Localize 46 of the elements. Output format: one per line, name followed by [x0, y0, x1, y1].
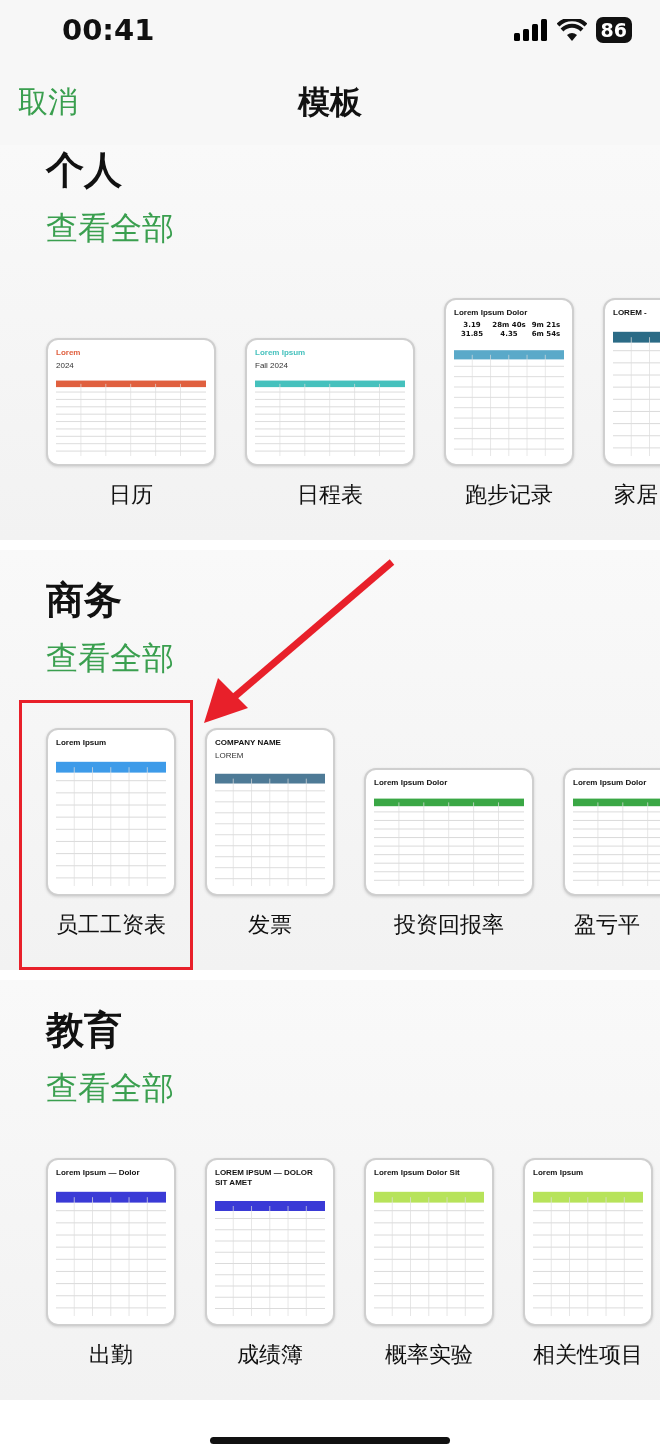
template-thumbnail[interactable]: Lorem Ipsum — [46, 728, 176, 896]
thumbnail-title: LOREM IPSUM — DOLOR SIT AMET — [215, 1168, 314, 1188]
thumbnail-title: Lorem Ipsum Dolor — [374, 778, 449, 788]
thumbnail-title: Lorem — [56, 348, 82, 358]
template-name[interactable]: 日历 — [109, 480, 153, 510]
template-thumbnail[interactable]: LOREM - — [603, 298, 660, 466]
thumbnail-subtitle: LOREM — [215, 751, 245, 761]
section-title: 教育 — [46, 1008, 123, 1052]
wifi-icon — [556, 19, 587, 41]
thumbnail-subtitle: 2024 — [56, 361, 75, 371]
section-title: 商务 — [46, 578, 123, 622]
template-name[interactable]: 家居 — [614, 480, 658, 510]
thumbnail-title: Lorem Ipsum Dolor — [573, 778, 648, 788]
template-name[interactable]: 日程表 — [297, 480, 363, 510]
clock: 00:41 — [62, 13, 155, 47]
template-name[interactable]: 盈亏平 — [574, 910, 640, 940]
template-name[interactable]: 相关性项目 — [533, 1340, 643, 1370]
template-thumbnail[interactable]: Lorem 2024 — [46, 338, 216, 466]
thumbnail-title: Lorem Ipsum — [533, 1168, 585, 1178]
template-name[interactable]: 员工工资表 — [56, 910, 166, 940]
thumbnail-title: Lorem Ipsum Dolor — [454, 308, 529, 318]
signal-icon — [513, 19, 548, 41]
template-thumbnail[interactable]: Lorem Ipsum — Dolor — [46, 1158, 176, 1326]
thumbnail-title: LOREM - — [613, 308, 648, 318]
page-title: 模板 — [298, 82, 362, 121]
battery-indicator: 86 — [595, 17, 632, 43]
template-name[interactable]: 出勤 — [89, 1340, 133, 1370]
thumbnail-title: Lorem Ipsum — Dolor — [56, 1168, 141, 1178]
thumbnail-title: COMPANY NAME — [215, 738, 282, 748]
template-thumbnail[interactable]: Lorem Ipsum Dolor — [563, 768, 660, 896]
template-thumbnail[interactable]: Lorem Ipsum Dolor — [364, 768, 534, 896]
template-thumbnail[interactable]: Lorem Ipsum Dolor Sit — [364, 1158, 494, 1326]
template-thumbnail[interactable]: LOREM IPSUM — DOLOR SIT AMET — [205, 1158, 335, 1326]
template-name[interactable]: 跑步记录 — [465, 480, 553, 510]
section-title: 个人 — [46, 148, 123, 192]
template-name[interactable]: 成绩簿 — [237, 1340, 303, 1370]
thumbnail-title: Lorem Ipsum Dolor Sit — [374, 1168, 461, 1178]
template-thumbnail[interactable]: Lorem Ipsum Fall 2024 — [245, 338, 415, 466]
template-name[interactable]: 发票 — [248, 910, 292, 940]
template-thumbnail[interactable]: COMPANY NAME LOREM — [205, 728, 335, 896]
thumbnail-subtitle: Fall 2024 — [255, 361, 289, 371]
template-name[interactable]: 概率实验 — [385, 1340, 473, 1370]
template-thumbnail[interactable]: Lorem Ipsum — [523, 1158, 653, 1326]
thumbnail-title: Lorem Ipsum — [56, 738, 108, 748]
template-name[interactable]: 投资回报率 — [394, 910, 504, 940]
thumbnail-title: Lorem Ipsum — [255, 348, 307, 358]
